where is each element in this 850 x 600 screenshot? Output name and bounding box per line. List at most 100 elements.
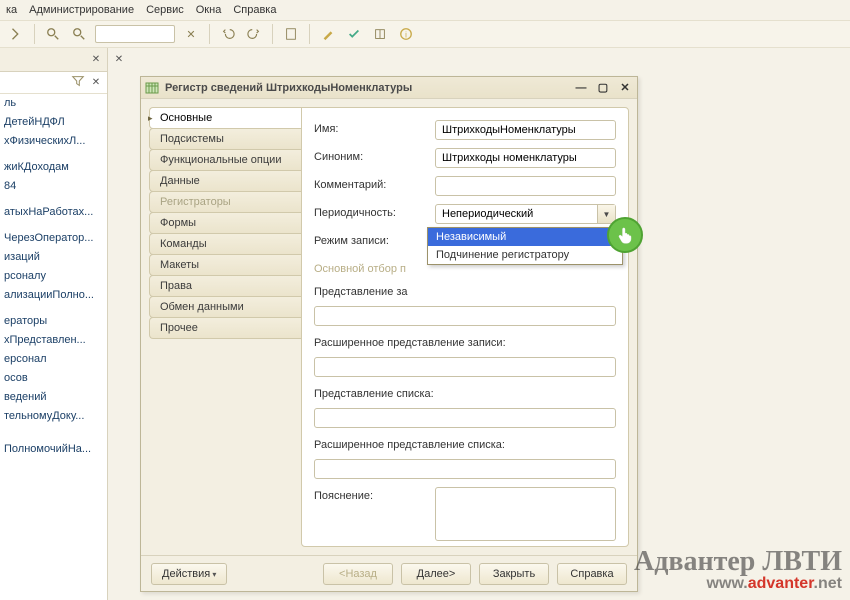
book-icon[interactable] <box>370 24 390 44</box>
list-item[interactable]: ДетейНДФЛ <box>0 113 107 132</box>
list-item[interactable]: ераторы <box>0 312 107 331</box>
clear-icon[interactable]: ✕ <box>181 24 201 44</box>
list-item[interactable] <box>0 222 107 229</box>
left-panel: ✕ ✕ ль ДетейНДФЛ хФизическихЛ... жиКДохо… <box>0 48 108 600</box>
list-item[interactable]: ализацииПолно... <box>0 286 107 305</box>
list-item[interactable]: изаций <box>0 248 107 267</box>
list-item[interactable]: осов <box>0 369 107 388</box>
funnel-icon[interactable] <box>71 74 85 91</box>
tab-templates[interactable]: Макеты <box>149 254 301 276</box>
close-icon[interactable]: ✕ <box>89 76 103 90</box>
tree-list[interactable]: ль ДетейНДФЛ хФизическихЛ... жиКДоходам … <box>0 94 107 600</box>
tab-commands[interactable]: Команды <box>149 233 301 255</box>
list-item[interactable] <box>0 196 107 203</box>
tab-func-opts[interactable]: Функциональные опции <box>149 149 301 171</box>
undo-icon[interactable] <box>218 24 238 44</box>
ext-record-rep-label: Расширенное представление записи: <box>314 334 616 349</box>
list-item[interactable] <box>0 426 107 433</box>
dropdown-option[interactable]: Независимый <box>428 228 622 246</box>
menu-item[interactable]: Справка <box>233 4 276 16</box>
left-panel-header: ✕ <box>0 48 107 72</box>
chevron-down-icon[interactable]: ▼ <box>597 205 615 223</box>
name-field[interactable] <box>435 120 616 140</box>
close-icon[interactable]: ✕ <box>89 53 103 67</box>
menu-item[interactable]: Окна <box>196 4 222 16</box>
titlebar[interactable]: Регистр сведений ШтрихкодыНоменклатуры —… <box>141 77 637 99</box>
periodicity-wrap: ▼ <box>435 204 616 224</box>
record-mode-dropdown[interactable]: Независимый Подчинение регистратору <box>427 227 623 265</box>
list-item[interactable]: 84 <box>0 177 107 196</box>
tab-data[interactable]: Данные <box>149 170 301 192</box>
next-button[interactable]: Далее> <box>401 563 471 585</box>
minimize-button[interactable]: — <box>573 81 589 95</box>
tab-rights[interactable]: Права <box>149 275 301 297</box>
check-syntax-icon[interactable] <box>344 24 364 44</box>
list-item[interactable]: рсоналу <box>0 267 107 286</box>
tab-exchange[interactable]: Обмен данными <box>149 296 301 318</box>
menu-bar: ка Администрирование Сервис Окна Справка <box>0 0 850 20</box>
find-icon[interactable] <box>43 24 63 44</box>
tab-subsystems[interactable]: Подсистемы <box>149 128 301 150</box>
hint-label: Пояснение: <box>314 487 429 541</box>
info-icon[interactable]: i <box>396 24 416 44</box>
list-item[interactable]: атыхНаРаботах... <box>0 203 107 222</box>
calc-icon[interactable] <box>281 24 301 44</box>
list-item[interactable]: ль <box>0 94 107 113</box>
tabs-column: Основные Подсистемы Функциональные опции… <box>141 99 301 555</box>
tab-other[interactable]: Прочее <box>149 317 301 339</box>
tab-forms[interactable]: Формы <box>149 212 301 234</box>
menu-item[interactable]: Администрирование <box>29 4 134 16</box>
close-icon[interactable]: ✕ <box>112 52 126 66</box>
tab-main[interactable]: Основные <box>149 107 301 129</box>
hint-field[interactable] <box>435 487 616 541</box>
menu-item[interactable]: ка <box>6 4 17 16</box>
list-item[interactable]: ЧерезОператор... <box>0 229 107 248</box>
list-item[interactable]: жиКДоходам <box>0 158 107 177</box>
list-item[interactable] <box>0 433 107 440</box>
close-button[interactable]: ✕ <box>617 81 633 95</box>
list-item[interactable]: хФизическихЛ... <box>0 132 107 151</box>
list-item[interactable] <box>0 305 107 312</box>
comment-field[interactable] <box>435 176 616 196</box>
tab-recorders[interactable]: Регистраторы <box>149 191 301 213</box>
synonym-field[interactable] <box>435 148 616 168</box>
ext-list-rep-label: Расширенное представление списка: <box>314 436 616 451</box>
toolbar: ✕ i <box>0 20 850 48</box>
list-item[interactable] <box>0 151 107 158</box>
menu-item[interactable]: Сервис <box>146 4 184 16</box>
actions-button[interactable]: Действия <box>151 563 227 585</box>
toolbar-separator <box>309 24 310 44</box>
close-button[interactable]: Закрыть <box>479 563 549 585</box>
list-item[interactable]: ведений <box>0 388 107 407</box>
record-rep-field[interactable] <box>314 306 616 326</box>
toolbar-separator <box>209 24 210 44</box>
periodicity-select[interactable] <box>435 204 616 224</box>
ext-record-rep-field[interactable] <box>314 357 616 377</box>
fields-column: Имя: Синоним: Комментарий: Периодичность… <box>301 107 629 547</box>
list-rep-label: Представление списка: <box>314 385 616 400</box>
form-window: Регистр сведений ШтрихкодыНоменклатуры —… <box>140 76 638 592</box>
wizard-icon[interactable] <box>318 24 338 44</box>
record-mode-label: Режим записи: <box>314 232 429 252</box>
form-body: Основные Подсистемы Функциональные опции… <box>141 99 637 555</box>
list-item[interactable]: ерсонал <box>0 350 107 369</box>
help-button[interactable]: Справка <box>557 563 627 585</box>
ext-list-rep-field[interactable] <box>314 459 616 479</box>
maximize-button[interactable]: ▢ <box>595 81 611 95</box>
redo-icon[interactable] <box>244 24 264 44</box>
button-bar: Действия <Назад Далее> Закрыть Справка <box>141 555 637 591</box>
dropdown-option[interactable]: Подчинение регистратору <box>428 246 622 264</box>
list-item[interactable]: хПредставлен... <box>0 331 107 350</box>
nav-forward-icon[interactable] <box>6 24 26 44</box>
list-rep-field[interactable] <box>314 408 616 428</box>
list-item[interactable]: ПолномочийНа... <box>0 440 107 459</box>
comment-label: Комментарий: <box>314 176 429 196</box>
back-button[interactable]: <Назад <box>323 563 393 585</box>
record-rep-label: Представление за <box>314 283 429 298</box>
list-item[interactable]: тельномуДоку... <box>0 407 107 426</box>
cursor-indicator-icon <box>607 217 643 253</box>
find2-icon[interactable] <box>69 24 89 44</box>
toolbar-search-field[interactable] <box>95 25 175 43</box>
left-panel-tools: ✕ <box>0 72 107 94</box>
synonym-label: Синоним: <box>314 148 429 168</box>
